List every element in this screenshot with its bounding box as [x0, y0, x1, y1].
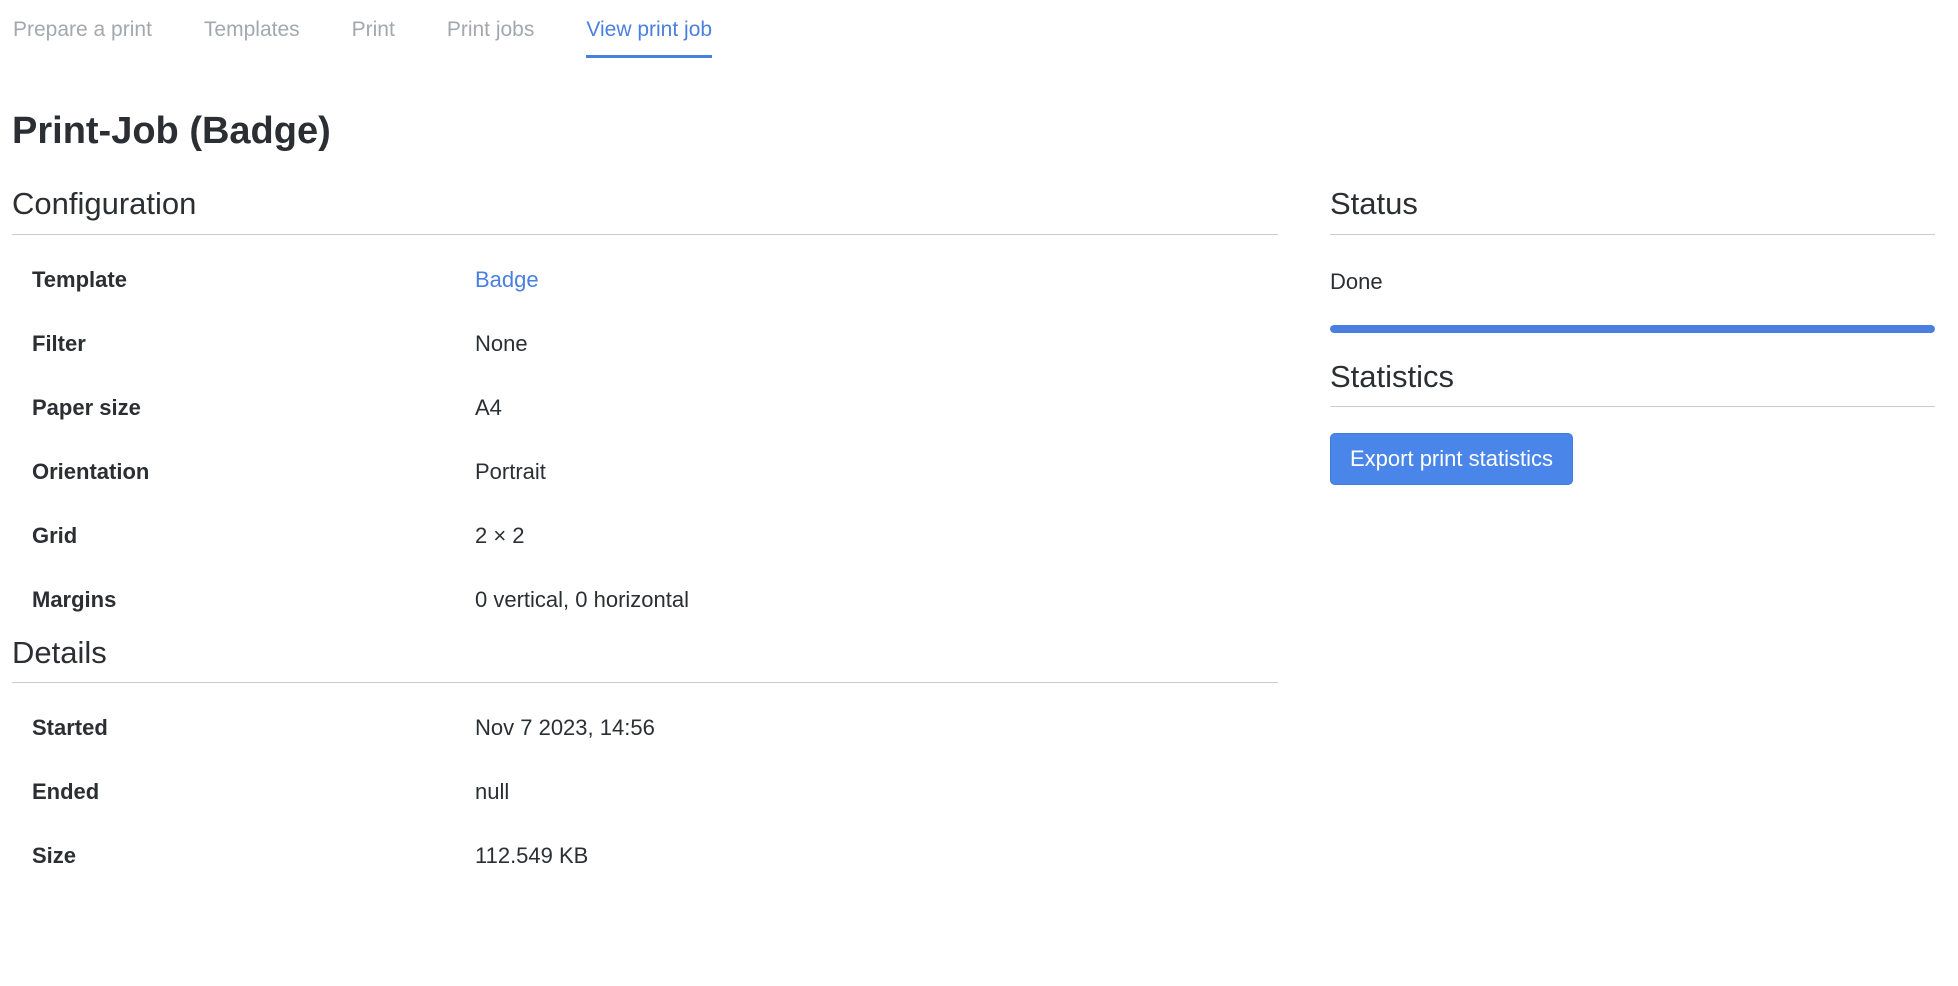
config-value: 0 vertical, 0 horizontal [475, 586, 689, 612]
config-value: Portrait [475, 458, 546, 484]
config-key: Paper size [32, 394, 141, 420]
tab-print-jobs[interactable]: Print jobs [447, 5, 535, 58]
progress-bar [1330, 324, 1935, 333]
config-value: A4 [475, 394, 502, 420]
details-row-size: Size 112.549 KB [32, 835, 1278, 899]
config-row-template: Template Badge [32, 259, 1278, 323]
statistics-heading: Statistics [1330, 360, 1935, 408]
config-row-margins: Margins 0 vertical, 0 horizontal [32, 579, 1278, 643]
details-row-started: Started Nov 7 2023, 14:56 [32, 707, 1278, 771]
config-key: Template [32, 266, 127, 292]
details-value: null [475, 779, 510, 805]
details-key: Started [32, 715, 108, 741]
tab-templates[interactable]: Templates [204, 5, 300, 58]
details-heading: Details [12, 636, 1278, 684]
tab-print[interactable]: Print [352, 5, 395, 58]
tab-prepare-a-print[interactable]: Prepare a print [13, 5, 152, 58]
progress-bar-fill [1330, 324, 1935, 333]
template-link[interactable]: Badge [475, 267, 539, 293]
details-value: 112.549 KB [475, 843, 589, 869]
export-print-statistics-button[interactable]: Export print statistics [1330, 433, 1573, 486]
details-section: Details Started Nov 7 2023, 14:56 Ended … [12, 636, 1278, 900]
config-value: None [475, 330, 528, 356]
details-key: Size [32, 843, 77, 869]
details-table: Started Nov 7 2023, 14:56 Ended null Siz… [32, 707, 1278, 899]
status-text: Done [1330, 268, 1383, 294]
config-value: 2 × 2 [475, 522, 525, 548]
status-heading: Status [1330, 187, 1935, 235]
content-columns: Configuration Template Badge Filter None… [12, 187, 1946, 900]
tab-view-print-job[interactable]: View print job [586, 5, 713, 58]
config-row-orientation: Orientation Portrait [32, 451, 1278, 515]
details-value: Nov 7 2023, 14:56 [475, 715, 655, 741]
left-column: Configuration Template Badge Filter None… [12, 187, 1278, 900]
config-row-grid: Grid 2 × 2 [32, 515, 1278, 579]
page-title: Print-Job (Badge) [12, 110, 331, 152]
config-row-paper-size: Paper size A4 [32, 387, 1278, 451]
details-row-ended: Ended null [32, 771, 1278, 835]
configuration-table: Template Badge Filter None Paper size A4… [32, 259, 1278, 643]
config-row-filter: Filter None [32, 323, 1278, 387]
config-key: Filter [32, 330, 86, 356]
details-key: Ended [32, 779, 100, 805]
tab-bar: Prepare a print Templates Print Print jo… [13, 0, 1946, 58]
config-key: Orientation [32, 458, 150, 484]
config-key: Margins [32, 586, 117, 612]
print-job-page: Prepare a print Templates Print Print jo… [0, 0, 1958, 986]
configuration-heading: Configuration [12, 187, 1278, 235]
right-column: Status Done Statistics Export print stat… [1330, 187, 1935, 899]
config-key: Grid [32, 522, 78, 548]
